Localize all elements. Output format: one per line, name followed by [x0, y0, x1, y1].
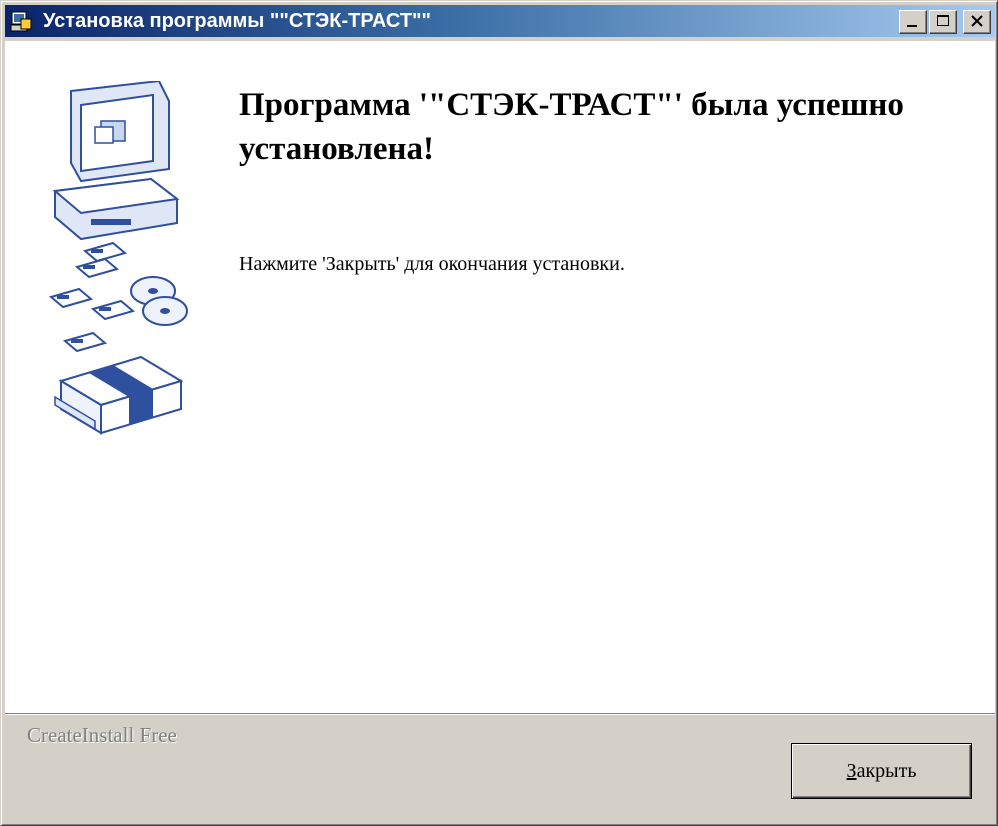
close-button[interactable]: Закрыть	[791, 743, 972, 799]
footer-separator	[5, 713, 995, 715]
maximize-button[interactable]	[929, 10, 957, 34]
close-button-mnemonic: З	[846, 759, 857, 782]
maximize-icon	[937, 15, 949, 26]
title-bar[interactable]: Установка программы ""СТЭК-ТРАСТ""	[5, 5, 995, 37]
minimize-button[interactable]	[899, 10, 927, 34]
content-panel: Программа '"СТЭК-ТРАСТ"' была успешно ус…	[5, 41, 995, 713]
close-window-button[interactable]	[963, 10, 991, 34]
computer-with-disks-icon	[48, 81, 188, 435]
success-heading: Программа '"СТЭК-ТРАСТ"' была успешно ус…	[239, 87, 904, 167]
minimize-icon	[907, 25, 917, 27]
installer-app-icon	[10, 11, 32, 32]
close-icon	[971, 15, 983, 27]
installer-window: Установка программы ""СТЭК-ТРАСТ"" Прогр…	[0, 0, 998, 826]
close-button-label: акрыть	[856, 759, 917, 782]
instruction-text: Нажмите 'Закрыть' для окончания установк…	[239, 253, 625, 275]
createinstall-brand: CreateInstall Free	[27, 723, 177, 747]
window-title: Установка программы ""СТЭК-ТРАСТ""	[43, 10, 432, 32]
